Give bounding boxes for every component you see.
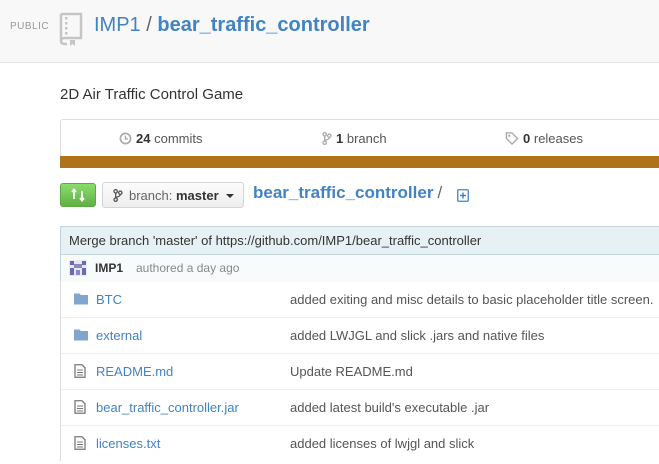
branch-icon	[322, 132, 332, 145]
folder-icon	[74, 292, 88, 310]
new-file-icon[interactable]	[457, 189, 469, 207]
repo-summary: 24 commits 1 branch 0 releases	[60, 119, 659, 156]
file-commit-message[interactable]: Update README.md	[290, 364, 413, 379]
branch-icon	[113, 189, 123, 202]
file-name-link[interactable]: BTC	[96, 292, 122, 307]
branch-selector[interactable]: branch: master	[102, 182, 244, 208]
branch-name: master	[176, 188, 219, 203]
commit-message-bar: Merge branch 'master' of https://github.…	[61, 227, 659, 255]
commits-count: 24	[136, 131, 151, 146]
file-name-link[interactable]: README.md	[96, 364, 173, 379]
file-commit-message[interactable]: added LWJGL and slick .jars and native f…	[290, 328, 544, 343]
repo-title: IMP1 / bear_traffic_controller	[94, 14, 370, 37]
commit-author[interactable]: IMP1	[95, 261, 123, 275]
file-text-icon	[74, 436, 86, 455]
file-text-icon	[74, 400, 86, 419]
commit-message[interactable]: Merge branch 'master' of https://github.…	[69, 233, 481, 248]
breadcrumb-separator: /	[437, 183, 443, 202]
branches-link[interactable]: 1 branch	[322, 131, 387, 146]
tag-icon	[505, 132, 519, 146]
file-row: external added LWJGL and slick .jars and…	[61, 318, 659, 354]
file-name-link[interactable]: external	[96, 328, 142, 343]
branches-label: branch	[346, 131, 387, 146]
compare-icon	[71, 188, 85, 202]
file-commit-message[interactable]: added latest build's executable .jar	[290, 400, 489, 415]
file-commit-message[interactable]: added exiting and misc details to basic …	[290, 292, 654, 307]
commit-time: authored a day ago	[136, 261, 240, 275]
repo-description: 2D Air Traffic Control Game	[60, 86, 244, 103]
file-row: licenses.txt added licenses of lwjgl and…	[61, 426, 659, 461]
file-row: BTC added exiting and misc details to ba…	[61, 282, 659, 318]
repo-name-link[interactable]: bear_traffic_controller	[157, 14, 369, 36]
releases-count: 0	[523, 131, 531, 146]
file-list: BTC added exiting and misc details to ba…	[60, 282, 659, 461]
history-icon	[119, 132, 132, 145]
file-row: bear_traffic_controller.jar added latest…	[61, 390, 659, 426]
breadcrumb: bear_traffic_controller /	[253, 183, 446, 203]
branches-count: 1	[336, 131, 344, 146]
file-commit-message[interactable]: added licenses of lwjgl and slick	[290, 436, 474, 451]
repo-icon	[58, 12, 84, 51]
chevron-down-icon	[226, 194, 234, 198]
latest-commit: Merge branch 'master' of https://github.…	[60, 226, 659, 283]
file-name-link[interactable]: licenses.txt	[96, 436, 160, 451]
file-text-icon	[74, 364, 86, 383]
repo-header: PUBLIC IMP1 / bear_traffic_controller	[0, 0, 659, 63]
file-row: README.md Update README.md	[61, 354, 659, 390]
language-bar[interactable]	[60, 156, 659, 168]
title-separator: /	[146, 14, 152, 36]
folder-icon	[74, 328, 88, 346]
compare-button[interactable]	[60, 183, 96, 207]
file-name-link[interactable]: bear_traffic_controller.jar	[96, 400, 239, 415]
branch-label: branch:	[129, 188, 173, 203]
commit-meta: IMP1 authored a day ago	[61, 255, 659, 283]
commits-link[interactable]: 24 commits	[119, 131, 202, 146]
branch-selector-text: branch: master	[129, 188, 219, 203]
visibility-label: PUBLIC	[10, 21, 50, 32]
repo-owner-link[interactable]: IMP1	[94, 14, 141, 36]
releases-label: releases	[533, 131, 583, 146]
breadcrumb-repo-link[interactable]: bear_traffic_controller	[253, 183, 433, 202]
avatar[interactable]	[69, 260, 87, 281]
releases-link[interactable]: 0 releases	[505, 131, 583, 146]
commits-label: commits	[154, 131, 203, 146]
